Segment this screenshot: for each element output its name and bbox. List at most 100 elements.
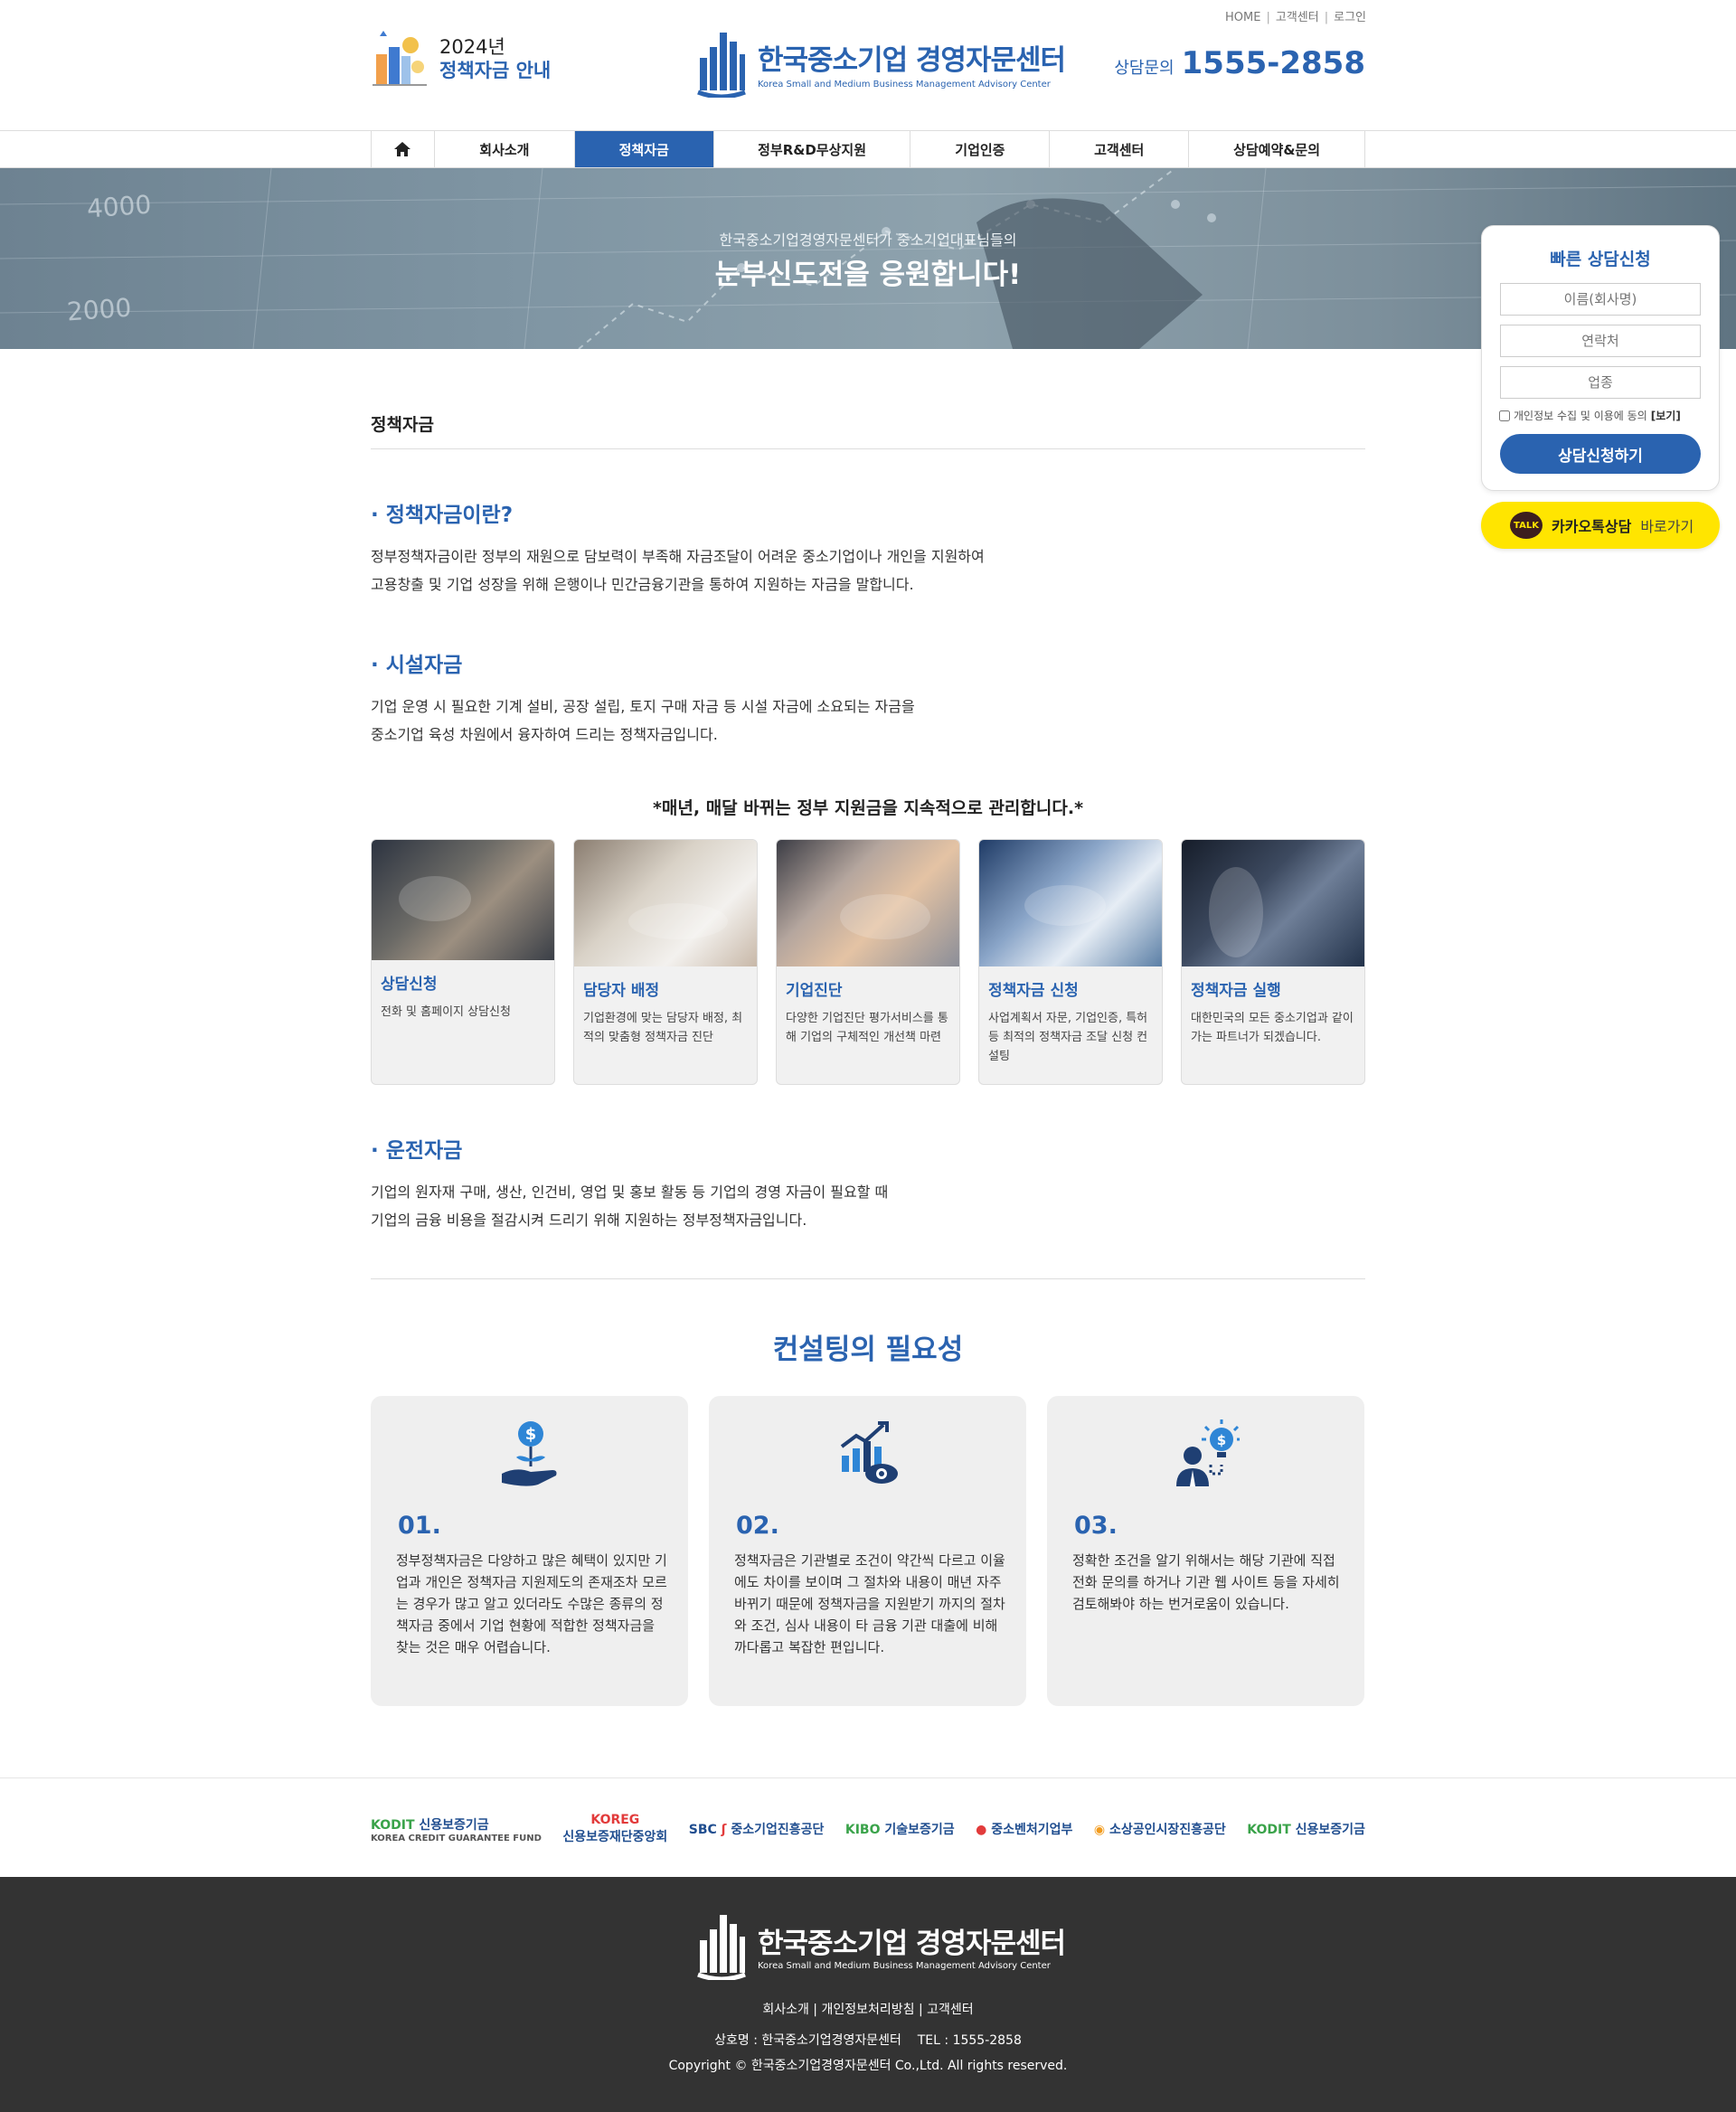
partner-logo-sbc[interactable]: SBC ʃ 중소기업진흥공단: [689, 1820, 825, 1838]
privacy-agree-label: 개인정보 수집 및 이용에 동의: [1514, 410, 1647, 422]
section-body-facility: 기업 운영 시 필요한 기계 설비, 공장 설립, 토지 구매 자금 등 시설 …: [371, 693, 915, 749]
section-title-working-capital: · 운전자금: [371, 1139, 463, 1163]
businessman-photo: [1182, 840, 1364, 966]
nav-item-customer-center[interactable]: 고객센터: [1050, 131, 1190, 167]
card-desc: 기업환경에 맞는 담당자 배정, 최적의 맞춤형 정책자금 진단: [583, 1012, 743, 1044]
card-title: 상담신청: [381, 976, 438, 994]
card-title: 담당자 배정: [583, 982, 660, 1000]
process-card[interactable]: 정책자금 신청 사업계획서 자문, 기업인증, 특허 등 최적의 정책자금 조달…: [978, 839, 1163, 1085]
nav-home[interactable]: [372, 131, 435, 167]
idea-person-icon: $: [1176, 1419, 1240, 1486]
need-desc: 정부정책자금은 다양하고 많은 혜택이 있지만 기업과 개인은 정책자금 지원제…: [396, 1552, 667, 1655]
footer-link-company[interactable]: 회사소개: [762, 2003, 809, 2017]
policy-fund-promo[interactable]: 2024년 정책자금 안내: [371, 27, 551, 90]
need-number: 01.: [398, 1512, 441, 1540]
partner-logo-semas[interactable]: ◉ 소상공인시장진흥공단: [1094, 1820, 1226, 1838]
need-card: $ 01. 정부정책자금은 다양하고 많은 혜택이 있지만 기업과 개인은 정책…: [371, 1396, 688, 1706]
section-body-what-is: 정부정책자금이란 정부의 재원으로 담보력이 부족해 자금조달이 어려운 중소기…: [371, 542, 985, 599]
kakao-action: 바로가기: [1640, 518, 1694, 535]
svg-text:$: $: [525, 1425, 537, 1444]
login-link[interactable]: 로그인: [1334, 11, 1366, 24]
hero-subtitle: 한국중소기업경영자문센터가 중소기업대표님들의: [719, 231, 1017, 249]
section-divider: [371, 1278, 1365, 1279]
brand-name: 한국중소기업 경영자문센터: [758, 44, 1066, 77]
need-section-title: 컨설팅의 필요성: [772, 1334, 964, 1366]
money-growth-icon: $: [502, 1421, 557, 1486]
consult-submit-button[interactable]: 상담신청하기: [1500, 434, 1701, 474]
body-line: 기업의 금융 비용을 절감시켜 드리기 위해 지원하는 정부정책자금입니다.: [371, 1212, 807, 1229]
site-logo[interactable]: 한국중소기업 경영자문센터 Korea Small and Medium Bus…: [694, 29, 1066, 98]
promo-year: 2024년: [439, 35, 505, 58]
quick-consult-form: 빠른 상담신청 개인정보 수집 및 이용에 동의 [보기] 상담신청하기: [1481, 225, 1720, 491]
card-desc: 전화 및 홈페이지 상담신청: [381, 1005, 511, 1019]
footer-brand-eng: Korea Small and Medium Business Manageme…: [758, 1961, 1051, 1971]
coins-building-icon: [373, 31, 427, 86]
partner-logo-koreg[interactable]: KOREG 신용보증재단중앙회: [562, 1813, 667, 1845]
meeting-photo: [372, 840, 554, 960]
process-card[interactable]: 기업진단 다양한 기업진단 평가서비스를 통해 기업의 구체적인 개선책 마련: [776, 839, 960, 1085]
promo-label: 정책자금 안내: [439, 60, 552, 81]
footer-copyright: Copyright © 한국중소기업경영자문센터 Co.,Ltd. All ri…: [668, 2059, 1068, 2073]
hero-bg-number: 4000: [85, 189, 153, 224]
body-line: 고용창출 및 기업 성장을 위해 은행이나 민간금융기관을 통하여 지원하는 자…: [371, 576, 914, 593]
footer-link-privacy[interactable]: 개인정보처리방침: [821, 2003, 914, 2017]
building-logo-icon: [697, 33, 746, 98]
main-content: 정책자금 · 정책자금이란? 정부정책자금이란 정부의 재원으로 담보력이 부족…: [371, 411, 1365, 1706]
footer-logo[interactable]: 한국중소기업 경영자문센터 Korea Small and Medium Bus…: [694, 1911, 1066, 1980]
phone-number: 1555-2858: [1181, 45, 1365, 81]
home-link[interactable]: HOME: [1225, 11, 1260, 24]
body-line: 기업 운영 시 필요한 기계 설비, 공장 설립, 토지 구매 자금 등 시설 …: [371, 698, 915, 715]
partner-logo-kibo[interactable]: KIBO 기술보증기금: [845, 1820, 955, 1838]
phone-label: 상담문의: [1114, 59, 1175, 78]
home-icon: [394, 142, 411, 156]
privacy-view-link[interactable]: [보기]: [1651, 408, 1681, 423]
kakao-consult-button[interactable]: TALK 카카오톡상담 바로가기: [1481, 502, 1720, 549]
footer-links: 회사소개 | 개인정보처리방침 | 고객센터: [762, 2003, 974, 2017]
partner-logo-kodit[interactable]: KODIT 신용보증기금 KOREA CREDIT GUARANTEE FUND: [371, 1815, 542, 1843]
need-desc: 정책자금은 기관별로 조건이 약간씩 다르고 이율에도 차이를 보이며 그 절차…: [734, 1552, 1005, 1655]
kakao-label: 카카오톡상담: [1552, 518, 1632, 535]
need-card: $ 03. 정확한 조건을 알기 위해서는 해당 기관에 직접 전화 문의를 하…: [1047, 1396, 1364, 1706]
hero-title: 눈부신도전을 응원합니다!: [714, 259, 1022, 291]
need-number: 03.: [1074, 1512, 1118, 1540]
management-notice: *매년, 매달 바뀌는 정부 지원금을 지속적으로 관리합니다.*: [652, 798, 1084, 818]
nav-item-reservation[interactable]: 상담예약&문의: [1189, 131, 1365, 167]
industry-input[interactable]: [1500, 366, 1701, 399]
process-card[interactable]: 상담신청 전화 및 홈페이지 상담신청: [371, 839, 555, 1085]
body-line: 중소기업 육성 차원에서 융자하여 드리는 정책자금입니다.: [371, 726, 718, 743]
process-card[interactable]: 담당자 배정 기업환경에 맞는 담당자 배정, 최적의 맞춤형 정책자금 진단: [573, 839, 758, 1085]
contact-phone[interactable]: 상담문의 1555-2858: [1114, 45, 1365, 81]
nav-item-policy-fund[interactable]: 정책자금: [574, 131, 714, 167]
section-body-working-capital: 기업의 원자재 구매, 생산, 인건비, 영업 및 홍보 활동 등 기업의 경영…: [371, 1178, 888, 1234]
privacy-agree: 개인정보 수집 및 이용에 동의 [보기]: [1499, 408, 1719, 423]
card-desc: 사업계획서 자문, 기업인증, 특허 등 최적의 정책자금 조달 신청 컨설팅: [988, 1012, 1148, 1063]
main-nav: 회사소개 정책자금 정부R&D무상지원 기업인증 고객센터 상담예약&문의: [0, 130, 1736, 168]
hero-banner: 4000 2000 한국중소기업경영자문센터가 중소기업대표님들의 눈부신도전을…: [0, 168, 1736, 349]
customer-center-link[interactable]: 고객센터: [1276, 11, 1319, 24]
nav-item-company[interactable]: 회사소개: [435, 131, 575, 167]
process-cards: 상담신청 전화 및 홈페이지 상담신청 담당자 배정 기업환경에 맞는 담당자 …: [371, 839, 1365, 1085]
process-card[interactable]: 정책자금 실행 대한민국의 모든 중소기업과 같이 가는 파트너가 되겠습니다.: [1181, 839, 1365, 1085]
need-cards: $ 01. 정부정책자금은 다양하고 많은 혜택이 있지만 기업과 개인은 정책…: [371, 1396, 1365, 1706]
card-desc: 대한민국의 모든 중소기업과 같이 가는 파트너가 되겠습니다.: [1191, 1012, 1354, 1044]
nav-item-rnd[interactable]: 정부R&D무상지원: [714, 131, 911, 167]
footer-brand-name: 한국중소기업 경영자문센터: [758, 1928, 1066, 1960]
hero-bg-number: 2000: [65, 292, 133, 327]
utility-links: HOME | 고객센터 | 로그인: [1225, 7, 1366, 24]
footer-company-name: 상호명 : 한국중소기업경영자문센터: [714, 2033, 901, 2048]
partner-logo-kodit-2[interactable]: KODIT 신용보증기금: [1247, 1820, 1365, 1838]
card-title: 기업진단: [786, 982, 843, 1000]
need-number: 02.: [736, 1512, 779, 1540]
footer-link-customer[interactable]: 고객센터: [927, 2003, 974, 2017]
phone-input[interactable]: [1500, 325, 1701, 357]
need-card: 02. 정책자금은 기관별로 조건이 약간씩 다르고 이율에도 차이를 보이며 …: [709, 1396, 1026, 1706]
body-line: 기업의 원자재 구매, 생산, 인건비, 영업 및 홍보 활동 등 기업의 경영…: [371, 1183, 889, 1201]
name-input[interactable]: [1500, 283, 1701, 316]
svg-text:$: $: [1217, 1432, 1226, 1448]
privacy-checkbox[interactable]: [1499, 410, 1510, 421]
partner-logo-mss[interactable]: ● 중소벤처기업부: [976, 1820, 1072, 1838]
separator: |: [1324, 11, 1329, 24]
nav-item-certification[interactable]: 기업인증: [910, 131, 1051, 167]
footer-company-info: 상호명 : 한국중소기업경영자문센터 TEL : 1555-2858: [0, 2031, 1736, 2049]
card-title: 정책자금 실행: [1191, 982, 1281, 1000]
